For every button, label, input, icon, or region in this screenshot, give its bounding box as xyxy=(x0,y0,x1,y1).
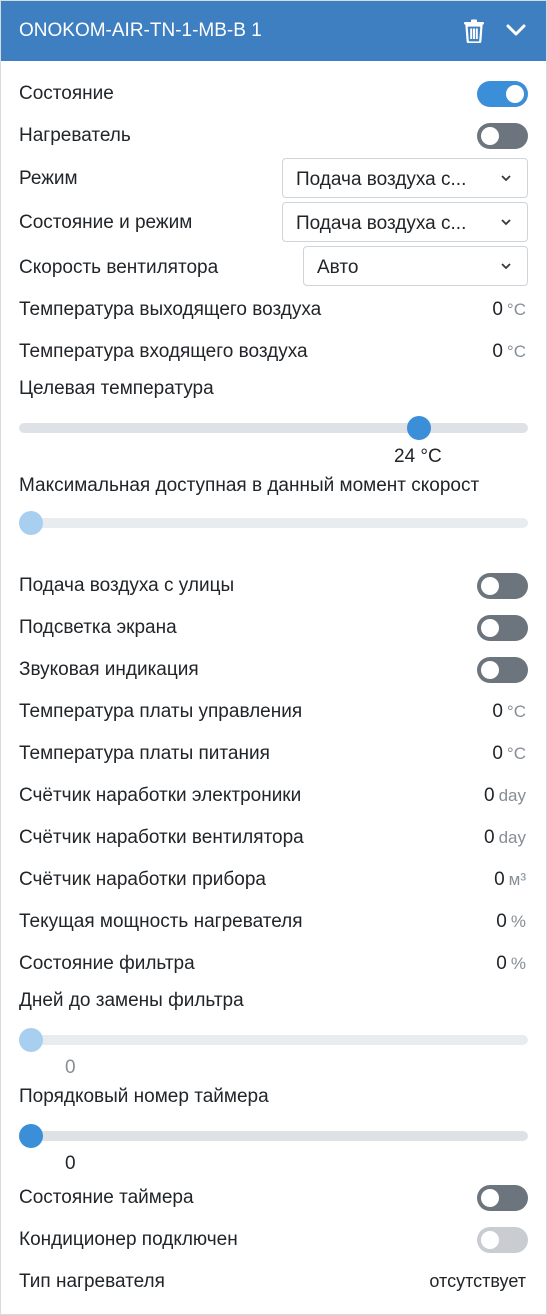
filter-days-label: Дней до замены фильтра xyxy=(19,990,244,1011)
timer-number-value: 0 xyxy=(65,1153,76,1174)
chevron-down-icon xyxy=(501,175,511,182)
heater-type-value: отсутствует xyxy=(429,1271,526,1291)
heater-toggle[interactable] xyxy=(477,123,528,149)
sound-toggle[interactable] xyxy=(477,657,528,683)
backlight-toggle[interactable] xyxy=(477,615,528,641)
timer-state-toggle[interactable] xyxy=(477,1185,528,1211)
device-card: ONOKOM-AIR-TN-1-MB-B 1 Состояние Нагрева… xyxy=(0,0,547,1315)
toggle-knob xyxy=(481,577,499,595)
filter-state-label: Состояние фильтра xyxy=(19,953,195,974)
state-label: Состояние xyxy=(19,83,114,104)
max-speed-slider-thumb[interactable] xyxy=(19,511,43,535)
street-air-toggle[interactable] xyxy=(477,573,528,599)
mode-select[interactable]: Подача воздуха с... xyxy=(282,158,528,198)
heater-power-value: 0% xyxy=(496,911,526,932)
filter-days-slider[interactable] xyxy=(19,1035,528,1045)
target-temp-slider-thumb[interactable] xyxy=(407,416,431,440)
heater-power-label: Текущая мощность нагревателя xyxy=(19,911,303,932)
fan-speed-select[interactable]: Авто xyxy=(303,246,528,286)
street-air-label: Подача воздуха с улицы xyxy=(19,575,235,596)
chevron-down-icon xyxy=(501,263,511,270)
heater-type-label: Тип нагревателя xyxy=(19,1271,165,1292)
max-speed-label: Максимальная доступная в данный момент с… xyxy=(19,475,480,496)
card-header: ONOKOM-AIR-TN-1-MB-B 1 xyxy=(1,1,546,61)
ac-connected-label: Кондиционер подключен xyxy=(19,1229,238,1250)
ac-connected-toggle xyxy=(477,1227,528,1253)
state-toggle[interactable] xyxy=(477,81,528,107)
toggle-knob xyxy=(481,619,499,637)
timer-number-slider[interactable] xyxy=(19,1131,528,1141)
power-board-temp-value: 0 °C xyxy=(492,743,526,764)
state-mode-select-value: Подача воздуха с... xyxy=(296,213,467,234)
filter-state-value: 0% xyxy=(496,953,526,974)
state-mode-select[interactable]: Подача воздуха с... xyxy=(282,202,528,242)
toggle-knob xyxy=(481,1231,499,1249)
chevron-down-icon[interactable] xyxy=(506,23,526,37)
timer-number-slider-thumb[interactable] xyxy=(19,1124,43,1148)
mode-select-value: Подача воздуха с... xyxy=(296,169,467,190)
device-counter-value: 0 м³ xyxy=(494,869,526,890)
inlet-temp-label: Температура входящего воздуха xyxy=(19,341,308,362)
trash-icon[interactable] xyxy=(463,19,485,43)
toggle-knob xyxy=(481,127,499,145)
electronics-counter-value: 0 day xyxy=(484,785,526,806)
fan-speed-label: Скорость вентилятора xyxy=(19,257,219,278)
timer-number-label: Порядковый номер таймера xyxy=(19,1086,269,1107)
device-counter-label: Счётчик наработки прибора xyxy=(19,869,266,890)
filter-days-value: 0 xyxy=(65,1057,76,1078)
toggle-knob xyxy=(481,1189,499,1207)
target-temp-value: 24 °C xyxy=(394,446,442,467)
filter-days-slider-thumb[interactable] xyxy=(19,1028,43,1052)
mode-label: Режим xyxy=(19,168,78,189)
toggle-knob xyxy=(506,85,524,103)
fan-speed-select-value: Авто xyxy=(317,257,359,278)
backlight-label: Подсветка экрана xyxy=(19,617,177,638)
inlet-temp-value: 0 °C xyxy=(492,341,526,362)
ctrl-board-temp-value: 0 °C xyxy=(492,701,526,722)
electronics-counter-label: Счётчик наработки электроники xyxy=(19,785,302,806)
outlet-temp-value: 0 °C xyxy=(492,299,526,320)
fan-counter-value: 0 day xyxy=(484,827,526,848)
outlet-temp-label: Температура выходящего воздуха xyxy=(19,299,322,320)
sound-label: Звуковая индикация xyxy=(19,659,199,680)
heater-label: Нагреватель xyxy=(19,125,131,146)
target-temp-label: Целевая температура xyxy=(19,378,214,399)
chevron-down-icon xyxy=(501,219,511,226)
timer-state-label: Состояние таймера xyxy=(19,1187,194,1208)
target-temp-slider[interactable] xyxy=(19,423,528,433)
ctrl-board-temp-label: Температура платы управления xyxy=(19,701,303,722)
max-speed-slider[interactable] xyxy=(19,518,528,528)
power-board-temp-label: Температура платы питания xyxy=(19,743,270,764)
toggle-knob xyxy=(481,661,499,679)
state-mode-label: Состояние и режим xyxy=(19,212,193,233)
fan-counter-label: Счётчик наработки вентилятора xyxy=(19,827,304,848)
device-title: ONOKOM-AIR-TN-1-MB-B 1 xyxy=(19,20,262,41)
